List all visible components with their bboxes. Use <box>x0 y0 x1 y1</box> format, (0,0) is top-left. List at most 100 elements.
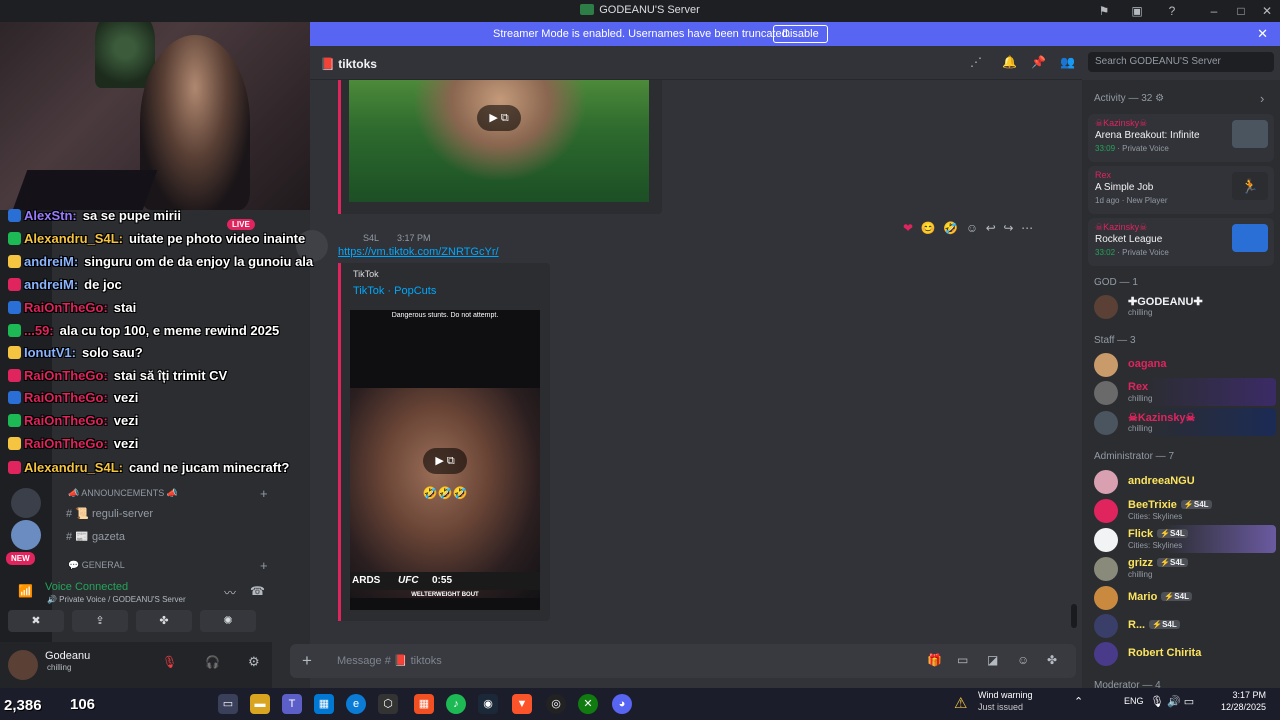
server-icon-1[interactable] <box>11 488 41 518</box>
user-name[interactable]: Godeanu <box>45 650 90 662</box>
chat-scrollbar[interactable] <box>1071 604 1077 628</box>
follower-count: 106 <box>70 696 96 713</box>
noise-icon[interactable]: 〰 <box>224 584 236 601</box>
voice-connected-title[interactable]: Voice Connected <box>45 581 128 593</box>
add-channel-icon[interactable]: + <box>260 486 268 501</box>
emoji-react-2[interactable]: 🤣 <box>943 221 958 235</box>
chevron-up-icon[interactable]: ⌃ <box>1074 695 1083 708</box>
emoji-react-1[interactable]: 😊 <box>921 221 936 235</box>
inbox-icon[interactable]: ⚑ <box>1096 3 1112 19</box>
member-robert-chirita[interactable]: Robert Chirita <box>1088 639 1276 667</box>
pin-icon[interactable]: 📌 <box>1031 55 1046 69</box>
clock-date[interactable]: 12/28/2025 <box>1218 702 1266 712</box>
activity-card-2[interactable]: Rex A Simple Job 1d ago · New Player 🏃 <box>1088 166 1274 214</box>
bell-icon[interactable]: 🔔 <box>1002 55 1017 69</box>
add-channel-icon-2[interactable]: + <box>260 558 268 573</box>
disconnect-icon[interactable]: ☎ <box>250 584 265 598</box>
weather-title[interactable]: Wind warning <box>978 690 1033 700</box>
chat-line: Alexandru_S4L: uitate pe photo video inai… <box>8 231 305 253</box>
members-icon[interactable]: 👥 <box>1060 55 1075 69</box>
obs-icon[interactable]: ◎ <box>546 694 566 714</box>
streamer <box>140 35 250 210</box>
member-kazinsky[interactable]: ☠Kazinsky☠ chilling <box>1088 408 1276 436</box>
channel-name: 📕 tiktoks <box>320 57 377 71</box>
category-announcements[interactable]: 📣 ANNOUNCEMENTS 📣 <box>68 488 178 499</box>
help-icon[interactable]: ? <box>1164 3 1180 19</box>
member-flick[interactable]: Flick ⚡S4L Cities: Skylines <box>1088 525 1276 553</box>
gift-icon[interactable]: 🎁 <box>927 653 942 667</box>
activities-button[interactable]: ✤ <box>136 610 192 632</box>
soundboard-button[interactable]: ✺ <box>200 610 256 632</box>
avatar <box>1094 381 1118 405</box>
close-window-icon[interactable]: ✕ <box>1259 3 1275 19</box>
activity-card-3[interactable]: ☠Kazinsky☠ Rocket League 33:02 · Private… <box>1088 218 1274 266</box>
gif-icon[interactable]: ▭ <box>957 653 968 667</box>
member-godeanu[interactable]: ✚GODEANU✚ chilling <box>1088 292 1276 320</box>
emoji-icon[interactable]: ☺ <box>1017 653 1029 667</box>
play-icon[interactable]: ▶ ⧉ <box>477 105 521 131</box>
language-indicator[interactable]: ENG <box>1124 696 1144 706</box>
settings-gear-icon[interactable]: ⚙ <box>248 654 260 670</box>
brave-icon[interactable]: ▼ <box>512 694 532 714</box>
member-grizz[interactable]: grizz ⚡S4L chilling <box>1088 554 1276 582</box>
taskview-icon[interactable]: ▭ <box>218 694 238 714</box>
sticker-icon[interactable]: ◪ <box>987 653 998 667</box>
discord-icon[interactable]: ◕ <box>612 694 632 714</box>
edge-icon[interactable]: e <box>346 694 366 714</box>
channel-gazeta[interactable]: # 📰 gazeta <box>66 530 125 543</box>
steam-icon[interactable]: ◉ <box>478 694 498 714</box>
xbox-icon[interactable]: ✕ <box>578 694 598 714</box>
add-reaction-icon[interactable]: ☺ <box>966 221 978 235</box>
message-input[interactable]: Message # 📕 tiktoks <box>337 654 442 667</box>
explorer-icon[interactable]: ▬ <box>250 694 270 714</box>
activity-game: Arena Breakout: Infinite <box>1095 130 1200 141</box>
avatar[interactable] <box>8 650 38 680</box>
spotify-icon[interactable]: ♪ <box>446 694 466 714</box>
close-icon[interactable]: ✕ <box>1257 26 1268 42</box>
threads-icon[interactable]: ⋰ <box>970 55 982 69</box>
minimize-icon[interactable]: – <box>1206 3 1222 19</box>
heart-icon[interactable]: ❤ <box>903 221 913 235</box>
deafen-icon[interactable]: 🎧 <box>205 655 220 669</box>
member-rex[interactable]: Rex chilling <box>1088 378 1276 406</box>
disable-button[interactable]: Disable <box>773 25 828 43</box>
voice-channel-sub[interactable]: 🔊 Private Voice / GODEANU'S Server <box>47 595 186 604</box>
chevron-right-icon[interactable]: › <box>1260 91 1264 106</box>
app-icon[interactable]: ⬡ <box>378 694 398 714</box>
play-icon-2[interactable]: ▶ ⧉ <box>423 448 467 474</box>
member-r[interactable]: R... ⚡S4L <box>1088 611 1276 639</box>
message-composer[interactable]: + Message # 📕 tiktoks 🎁 ▭ ◪ ☺ ✤ <box>290 644 1076 678</box>
chat-line: RaiOnTheGo: stai <box>8 300 136 322</box>
video-player-2[interactable]: Dangerous stunts. Do not attempt. ▶ ⧉ 🤣🤣… <box>350 310 540 610</box>
channel-reguli-server[interactable]: # 📜 reguli-server <box>66 507 153 520</box>
search-input[interactable]: Search GODEANU'S Server <box>1088 52 1274 72</box>
category-general[interactable]: 💬 GENERAL <box>68 560 125 571</box>
teams-icon[interactable]: T <box>282 694 302 714</box>
store-icon[interactable]: ▦ <box>414 694 434 714</box>
activity-card-1[interactable]: ☠Kazinsky☠ Arena Breakout: Infinite 33:0… <box>1088 114 1274 162</box>
more-icon[interactable]: ⋯ <box>1021 221 1033 235</box>
warning-icon[interactable]: ⚠ <box>954 694 967 712</box>
window-app-icon[interactable]: ▦ <box>314 694 334 714</box>
forward-icon[interactable]: ↪ <box>1003 221 1013 235</box>
apps-icon[interactable]: ✤ <box>1047 653 1057 667</box>
chat-line: RaiOnTheGo: stai să îți trimit CV <box>8 368 227 390</box>
video-player-1[interactable]: ▶ ⧉ <box>349 80 649 202</box>
maximize-icon[interactable]: □ <box>1233 3 1249 19</box>
clock-time[interactable]: 3:17 PM <box>1218 690 1266 700</box>
member-beetrixie[interactable]: BeeTrixie ⚡S4L Cities: Skylines <box>1088 496 1276 524</box>
member-andreeangu[interactable]: andreeaNGU <box>1088 467 1276 495</box>
system-tray[interactable]: 🎙 🔊 ▭ <box>1150 695 1194 708</box>
attach-plus-icon[interactable]: + <box>302 651 312 671</box>
screen-icon[interactable]: ▣ <box>1129 3 1145 19</box>
member-oagana[interactable]: oagana <box>1088 350 1276 378</box>
screenshare-button[interactable]: ⇪ <box>72 610 128 632</box>
chat-message: stai <box>113 300 137 315</box>
weather-sub[interactable]: Just issued <box>978 702 1023 712</box>
chat-line: Alexandru_S4L: cand ne jucam minecraft? <box>8 460 289 482</box>
camera-button[interactable]: ✖ <box>8 610 64 632</box>
server-icon-2[interactable] <box>11 520 41 550</box>
mute-icon[interactable]: 🎙 <box>162 655 177 669</box>
member-mario[interactable]: Mario ⚡S4L <box>1088 583 1276 611</box>
reply-icon[interactable]: ↩ <box>986 221 996 235</box>
